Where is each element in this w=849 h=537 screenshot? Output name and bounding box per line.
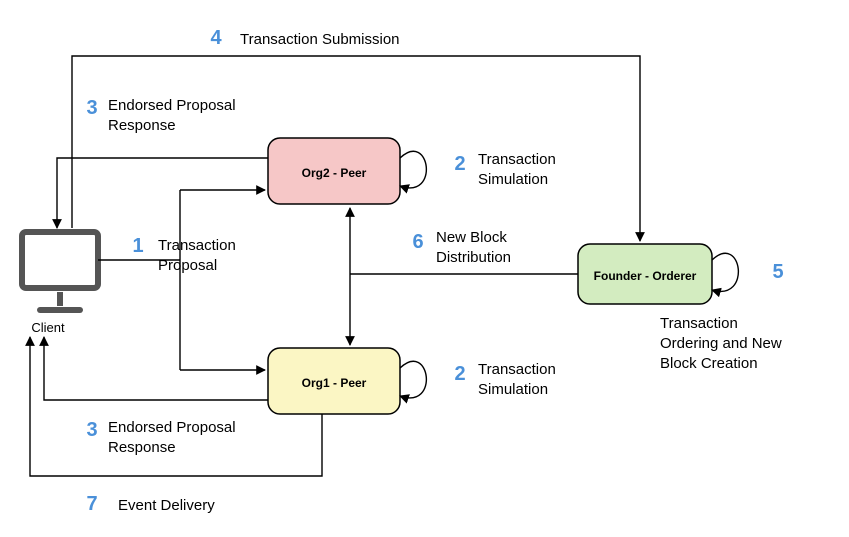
step7-t1: Event Delivery xyxy=(118,497,215,514)
step6-num: 6 xyxy=(412,231,423,253)
step1-num: 1 xyxy=(132,235,143,257)
step5-num: 5 xyxy=(772,261,783,283)
step6-t1: New Block xyxy=(436,229,507,246)
edge-proposal xyxy=(98,190,265,370)
selfloop-orderer xyxy=(712,253,738,291)
step6-t2: Distribution xyxy=(436,249,511,266)
node-org1-label: Org1 - Peer xyxy=(302,376,367,390)
step2b-num: 2 xyxy=(454,363,465,385)
step2a-t2: Simulation xyxy=(478,171,548,188)
selfloop-org1 xyxy=(400,361,426,398)
edge-endorsed-org2 xyxy=(57,158,268,228)
client-icon xyxy=(22,232,98,310)
edge-endorsed-org1 xyxy=(44,337,268,400)
step3b-num: 3 xyxy=(86,419,97,441)
step2a-t1: Transaction xyxy=(478,151,556,168)
node-org2-label: Org2 - Peer xyxy=(302,166,367,180)
step5-t3: Block Creation xyxy=(660,355,758,372)
step4-text: Transaction Submission xyxy=(240,31,400,48)
node-orderer-label: Founder - Orderer xyxy=(594,269,697,283)
step2a-num: 2 xyxy=(454,153,465,175)
step5-t2: Ordering and New xyxy=(660,335,782,352)
step5-t1: Transaction xyxy=(660,315,738,332)
step2b-t1: Transaction xyxy=(478,361,556,378)
step4-num: 4 xyxy=(210,27,222,49)
client-label: Client xyxy=(31,320,65,335)
step1-t2: Proposal xyxy=(158,257,217,274)
step3a-t1: Endorsed Proposal xyxy=(108,97,236,114)
step2b-t2: Simulation xyxy=(478,381,548,398)
selfloop-org2 xyxy=(400,151,426,188)
step1-t1: Transaction xyxy=(158,237,236,254)
step3a-t2: Response xyxy=(108,117,176,134)
step3b-t1: Endorsed Proposal xyxy=(108,419,236,436)
step3b-t2: Response xyxy=(108,439,176,456)
step7-num: 7 xyxy=(86,493,97,515)
step3a-num: 3 xyxy=(86,97,97,119)
